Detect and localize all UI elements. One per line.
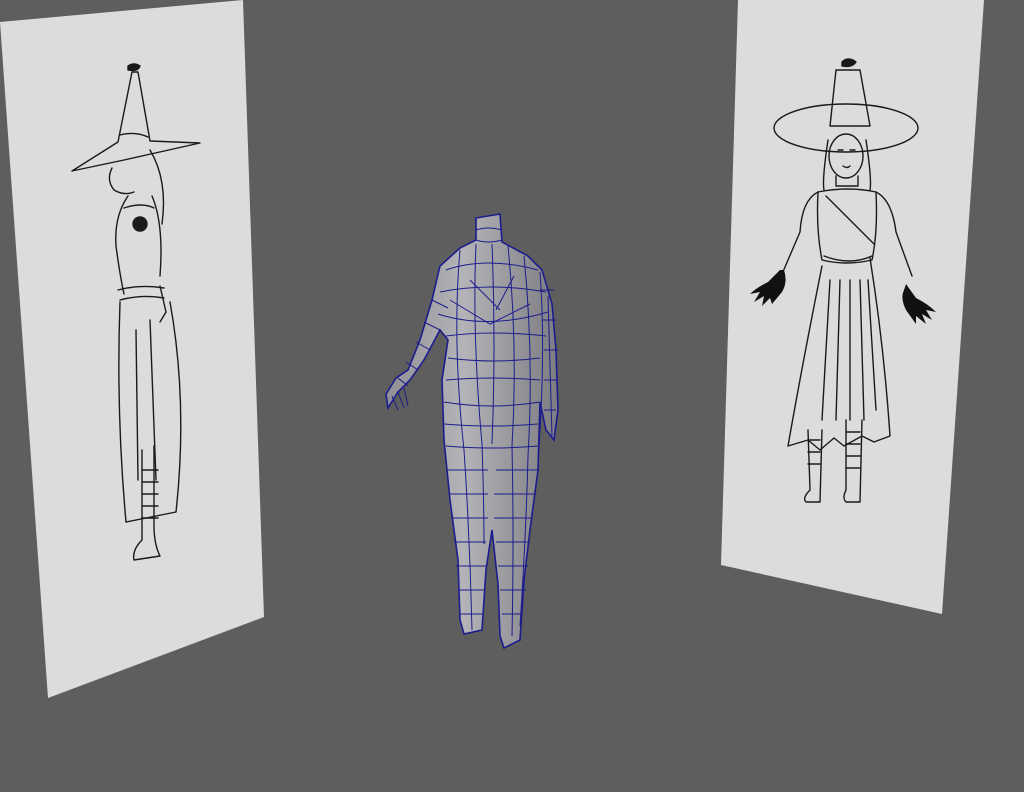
right-plane-surface: [721, 0, 984, 614]
right-image-plane[interactable]: [721, 0, 984, 614]
3d-viewport[interactable]: [0, 0, 1024, 792]
left-image-plane[interactable]: [0, 0, 264, 698]
mesh-silhouette: [385, 213, 559, 650]
viewport-scene: [0, 0, 984, 698]
body-base-mesh[interactable]: [385, 213, 559, 650]
left-plane-surface: [0, 0, 264, 698]
